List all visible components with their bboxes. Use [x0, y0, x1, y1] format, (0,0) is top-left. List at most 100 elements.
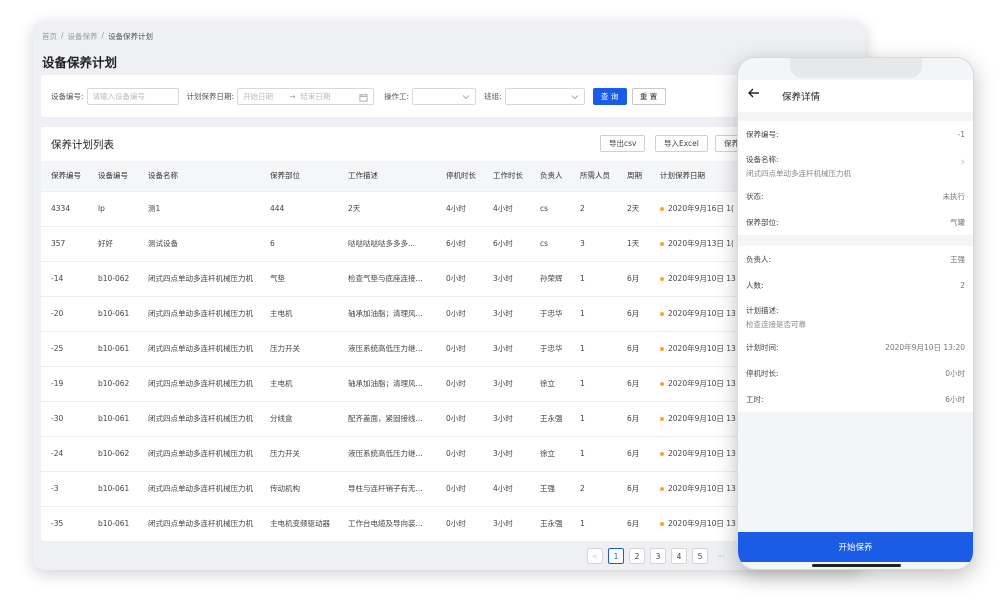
table-row[interactable]: -35 b10-061 闭式四点单动多连杆机械压力机 主电机变频驱动器 工作台电缆及导向…	[41, 505, 770, 541]
table-row[interactable]: -25 b10-061 闭式四点单动多连杆机械压力机 压力开关 液压系统高低压力继...…	[41, 330, 770, 366]
page-title: 设备保养计划	[42, 55, 118, 70]
col-device-no: 设备编号	[88, 161, 138, 191]
calendar-icon	[359, 93, 368, 102]
mobile-header: 保养详情	[738, 80, 973, 112]
page-4-button[interactable]: 4	[671, 548, 687, 564]
status-dot	[660, 242, 664, 246]
status-dot	[660, 347, 664, 351]
cell-cycle: 6月	[617, 295, 650, 331]
table-row[interactable]: -14 b10-062 闭式四点单动多连杆机械压力机 气垫 检查气垫与底座连接... 0小…	[41, 260, 770, 296]
table-header: 保养编号 设备编号 设备名称 保养部位 工作描述 停机时长 工作时长 负责人 所…	[41, 161, 770, 191]
cell-worktime: 3小时	[483, 435, 530, 471]
cell-device-name: 测试设备	[138, 225, 260, 261]
plan-date-text: 2020年9月10日 13	[668, 309, 736, 318]
cell-plan-no: 4334	[41, 190, 88, 226]
detail-row-device-name[interactable]: 设备名称: 闭式四点单动多连杆机械压力机 ›	[738, 147, 973, 183]
pagination-ellipsis[interactable]: ···	[713, 548, 729, 564]
cell-device-no: b10-062	[88, 260, 138, 296]
cell-downtime: 0小时	[436, 435, 483, 471]
cell-part: 传动机构	[260, 470, 338, 506]
cell-cycle: 1天	[617, 225, 650, 261]
cell-downtime: 6小时	[436, 225, 483, 261]
cell-cycle: 6月	[617, 470, 650, 506]
phone-notch	[790, 58, 922, 78]
cell-cycle: 6月	[617, 260, 650, 296]
time-value: 2020年9月10日 13:20	[885, 342, 965, 352]
table-row[interactable]: -30 b10-061 闭式四点单动多连杆机械压力机 分线盒 配齐盖面，紧固接线... 0…	[41, 400, 770, 436]
cell-device-name: 闭式四点单动多连杆机械压力机	[138, 400, 260, 436]
detail-section-plan: 负责人: 王强 人数: 2 计划描述: 检查连接是否可靠 计划时间: 2020年…	[738, 246, 973, 412]
query-button[interactable]: 查 询	[592, 87, 627, 105]
cell-device-no: b10-061	[88, 330, 138, 366]
col-worktime: 工作时长	[483, 161, 530, 191]
table-row[interactable]: -20 b10-061 闭式四点单动多连杆机械压力机 主电机 轴承加油脂；清理风... 0…	[41, 295, 770, 331]
cell-staff: 2	[570, 470, 617, 506]
prev-page-button[interactable]: <	[587, 548, 603, 564]
status-dot	[660, 417, 664, 421]
team-select[interactable]	[504, 87, 585, 105]
cell-worktime: 3小时	[483, 260, 530, 296]
device-no-input[interactable]: 请输入设备编号	[86, 87, 179, 105]
plan-date-text: 2020年9月10日 13	[668, 379, 736, 388]
cell-cycle: 6月	[617, 365, 650, 401]
cell-device-name: 闭式四点单动多连杆机械压力机	[138, 435, 260, 471]
cell-staff: 1	[570, 365, 617, 401]
cell-downtime: 0小时	[436, 295, 483, 331]
status-dot	[660, 452, 664, 456]
breadcrumb-maintenance[interactable]: 设备保养	[68, 31, 98, 42]
cell-owner: 于忠华	[530, 330, 570, 366]
cell-downtime: 0小时	[436, 260, 483, 296]
cell-device-name: 闭式四点单动多连杆机械压力机	[138, 470, 260, 506]
chevron-down-icon	[571, 94, 578, 99]
cell-description: 工作台电缆及导向装...	[338, 505, 436, 541]
back-arrow-icon[interactable]	[746, 85, 762, 101]
plan-date-text: 2020年9月10日 13	[668, 344, 736, 353]
breadcrumb-home[interactable]: 首页	[42, 31, 57, 42]
detail-section-device: 保养编号: -1 设备名称: 闭式四点单动多连杆机械压力机 › 状态: 未执行 …	[738, 121, 973, 235]
cell-part: 气垫	[260, 260, 338, 296]
date-range-picker[interactable]: 开始日期 → 结束日期	[237, 87, 375, 105]
table-row[interactable]: -3 b10-061 闭式四点单动多连杆机械压力机 传动机构 导柱与连杆销子有无... 0…	[41, 470, 770, 506]
table-row[interactable]: 357 好好 测试设备 6 哒哒哒哒哒多多多... 6小时 6小时 cs 3 1天 2020年9月1…	[41, 225, 770, 261]
plan-date-text: 2020年9月16日 1(	[668, 204, 734, 213]
plan-date-text: 2020年9月10日 13	[668, 484, 736, 493]
cell-cycle: 6月	[617, 435, 650, 471]
cell-cycle: 6月	[617, 330, 650, 366]
start-maintenance-button[interactable]: 开始保养	[738, 532, 973, 562]
plan-table: 保养编号 设备编号 设备名称 保养部位 工作描述 停机时长 工作时长 负责人 所…	[41, 161, 770, 541]
table-row[interactable]: -19 b10-062 闭式四点单动多连杆机械压力机 主电机 轴承加油脂；清理风... 0…	[41, 365, 770, 401]
status-dot	[660, 207, 664, 211]
plan-no-value: -1	[957, 129, 965, 139]
cell-plan-no: -35	[41, 505, 88, 541]
cell-device-no: b10-062	[88, 365, 138, 401]
chevron-right-icon: ›	[960, 155, 965, 168]
cell-device-no: 好好	[88, 225, 138, 261]
plan-date-text: 2020年9月10日 13	[668, 519, 736, 529]
cell-worktime: 3小时	[483, 400, 530, 436]
status-dot	[660, 522, 664, 527]
chevron-down-icon	[462, 94, 470, 99]
table-row[interactable]: -24 b10-062 闭式四点单动多连杆机械压力机 压力开关 液压系统高低压力继...…	[41, 435, 770, 471]
status-dot	[660, 312, 664, 316]
cell-description: 轴承加油脂；清理风...	[338, 295, 436, 331]
page-5-button[interactable]: 5	[692, 548, 708, 564]
cell-cycle: 6月	[617, 400, 650, 436]
table-row[interactable]: 4334 lp 测1 444 2天 4小时 4小时 cs 2 2天 2020年9月16日 1(	[41, 190, 770, 226]
cell-downtime: 0小时	[436, 400, 483, 436]
page-2-button[interactable]: 2	[629, 548, 645, 564]
export-csv-button[interactable]: 导出csv	[600, 135, 646, 152]
cell-part: 分线盒	[260, 400, 338, 436]
reset-button[interactable]: 重 置	[631, 87, 666, 105]
cell-device-no: b10-061	[88, 295, 138, 331]
device-no-label: 设备编号:	[51, 91, 84, 101]
page-3-button[interactable]: 3	[650, 548, 666, 564]
operator-select[interactable]	[412, 87, 477, 105]
breadcrumb-current: 设备保养计划	[108, 32, 154, 41]
operator-label: 操作工:	[384, 91, 410, 101]
page-1-button[interactable]: 1	[608, 548, 624, 564]
import-excel-button[interactable]: 导入Excel	[655, 135, 708, 152]
cell-part: 压力开关	[260, 330, 338, 366]
cell-owner: 王强	[530, 470, 570, 506]
cell-downtime: 0小时	[436, 470, 483, 506]
detail-row-worktime: 工时: 6小时	[746, 394, 965, 404]
